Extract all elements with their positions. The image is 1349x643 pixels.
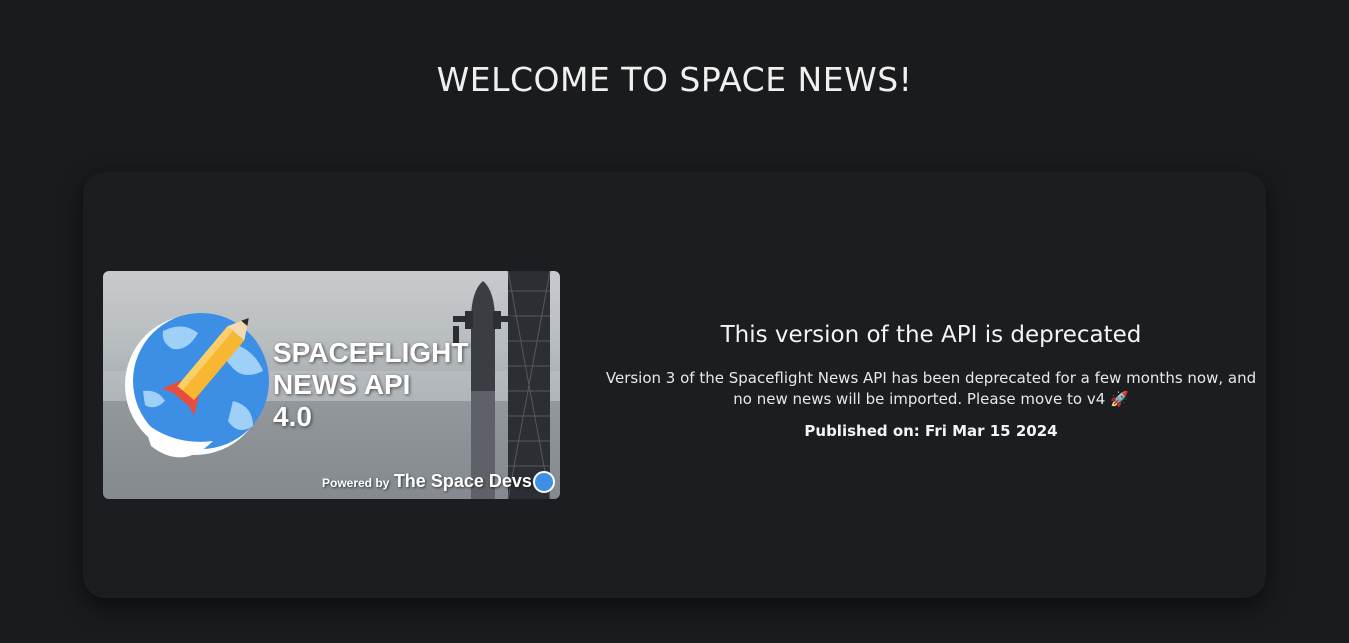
image-title-line-1: SPACEFLIGHT	[273, 337, 469, 368]
powered-by-name: The Space Devs	[393, 471, 532, 491]
article-published-date: Published on: Fri Mar 15 2024	[804, 422, 1058, 440]
image-title-line-3: 4.0	[273, 401, 312, 432]
article-content: This version of the API is deprecated Ve…	[603, 322, 1259, 440]
page-title: WELCOME TO SPACE NEWS!	[436, 60, 913, 99]
news-card[interactable]: SPACEFLIGHT NEWS API 4.0 Powered by The …	[83, 172, 1266, 598]
image-title-text: SPACEFLIGHT NEWS API 4.0	[273, 337, 468, 433]
article-summary: Version 3 of the Spaceflight News API ha…	[605, 369, 1257, 408]
powered-by-label: Powered by	[322, 476, 390, 490]
powered-by-caption: Powered by The Space Devs	[322, 471, 532, 492]
article-image[interactable]: SPACEFLIGHT NEWS API 4.0 Powered by The …	[103, 271, 560, 499]
article-headline[interactable]: This version of the API is deprecated	[603, 322, 1259, 348]
image-title-line-2: NEWS API	[273, 369, 411, 400]
space-devs-logo-icon	[533, 471, 555, 493]
